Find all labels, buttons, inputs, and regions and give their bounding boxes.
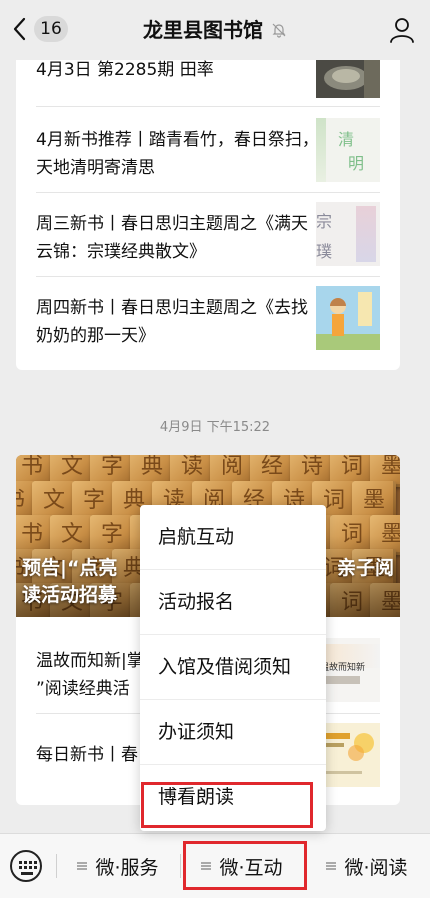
article-item[interactable]: 4月新书推荐丨踏青看竹，春日祭扫，天地清明寄清思 (36, 126, 322, 182)
article-card-previous: 4月3日 第2285期 田率 4月新书推荐丨踏青看竹，春日祭扫，天地清明寄清思 … (16, 56, 400, 370)
chat-title: 龙里县图书馆 (143, 18, 263, 42)
menu-item-entry-borrowing-notice[interactable]: 入馆及借阅须知 (140, 635, 326, 700)
article-title-line: 温故而知新|掌 (36, 651, 144, 671)
thumb-char: 明 (348, 154, 365, 173)
article-item[interactable]: 温故而知新|掌 ”阅读经典活 (36, 647, 156, 703)
menu-lines-icon (77, 861, 88, 871)
service-menu-popup: 启航互动 活动报名 入馆及借阅须知 办证须知 博看朗读 (140, 505, 326, 831)
article-item[interactable]: 周四新书丨春日思归主题周之《去找奶奶的那一天》 (36, 294, 322, 350)
thumb-char: 清 (338, 130, 355, 149)
article-thumbnail (316, 56, 380, 98)
article-item[interactable]: 4月3日 第2285期 田率 (36, 56, 322, 84)
profile-icon[interactable] (388, 16, 416, 44)
tab-label: 微·阅读 (344, 856, 408, 879)
menu-lines-icon (201, 861, 212, 871)
keyboard-icon[interactable] (10, 850, 42, 882)
article-thumbnail: 宗 璞 (316, 202, 380, 266)
message-timestamp: 4月9日 下午15:22 (159, 420, 271, 435)
menu-item-bookan-reading[interactable]: 博看朗读 (140, 765, 326, 830)
menu-item-qihang-interaction[interactable]: 启航互动 (140, 505, 326, 570)
tab-wei-service[interactable]: 微·服务 (56, 834, 180, 898)
article-title-line: ”阅读经典活 (36, 679, 130, 699)
tab-wei-reading[interactable]: 微·阅读 (304, 834, 430, 898)
article-thumbnail (316, 286, 380, 350)
article-thumbnail: 清 明 (316, 118, 380, 182)
menu-item-event-signup[interactable]: 活动报名 (140, 570, 326, 635)
top-bar: 16 龙里县图书馆 (0, 0, 430, 60)
tab-label: 微·服务 (95, 856, 159, 879)
menu-item-card-application-notice[interactable]: 办证须知 (140, 700, 326, 765)
article-title-line: 每日新书丨春 (36, 745, 138, 765)
cover-title-left: 预告|“点亮 (22, 557, 118, 579)
chat-title-area: 龙里县图书馆 (0, 16, 430, 44)
divider (36, 276, 380, 277)
cover-title-right: 亲子阅 (336, 557, 394, 579)
thumb-char: 宗 (316, 212, 333, 231)
divider (36, 106, 380, 107)
bottom-menu-bar: 微·服务 微·互动 微·阅读 (0, 833, 430, 898)
article-item[interactable]: 每日新书丨春 (36, 741, 156, 769)
article-item[interactable]: 周三新书丨春日思归主题周之《满天云锦：宗璞经典散文》 (36, 210, 322, 266)
tab-label: 微·互动 (219, 856, 283, 879)
thumb-caption: 温故而知新 (320, 663, 366, 673)
mute-bell-icon (272, 23, 286, 38)
cover-title-line2: 读活动招募 (22, 584, 118, 606)
menu-lines-icon (326, 861, 337, 871)
divider (36, 192, 380, 193)
tab-wei-interaction[interactable]: 微·互动 (180, 834, 304, 898)
thumb-char: 璞 (316, 242, 333, 261)
